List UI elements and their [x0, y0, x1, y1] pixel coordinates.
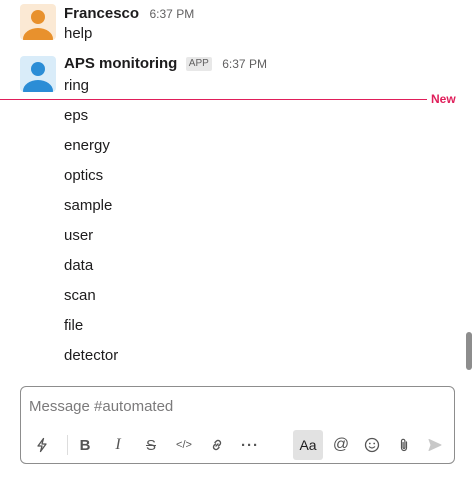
bold-button[interactable]: B — [70, 430, 100, 460]
emoji-icon — [364, 437, 380, 453]
message-text: help — [64, 25, 93, 42]
attach-button[interactable] — [389, 430, 419, 460]
message-input[interactable]: Message #automated — [29, 397, 173, 417]
channel-view: Francesco 6:37 PM help APS monitoring AP… — [0, 0, 475, 478]
link-button[interactable] — [202, 430, 232, 460]
toolbar-divider — [67, 435, 68, 455]
user-avatar-icon — [20, 56, 56, 92]
timestamp[interactable]: 6:37 PM — [150, 7, 195, 21]
strikethrough-icon: S — [145, 436, 156, 454]
continued-message: scan — [64, 287, 96, 304]
app-badge: APP — [185, 57, 212, 71]
italic-button[interactable]: I — [103, 430, 133, 460]
italic-icon: I — [115, 436, 121, 453]
message-composer[interactable]: Message #automated B I S </> ··· Aa @ — [20, 386, 455, 464]
message-text: ring — [64, 77, 90, 94]
more-formatting-button[interactable]: ··· — [235, 430, 265, 460]
continued-message: detector — [64, 347, 119, 364]
new-messages-label: New — [431, 92, 456, 106]
continued-message: data — [64, 257, 94, 274]
send-icon — [428, 439, 442, 451]
message-header: Francesco 6:37 PM — [64, 4, 194, 24]
sender-name[interactable]: APS monitoring — [64, 55, 177, 72]
new-messages-divider — [0, 99, 427, 100]
composer-toolbar: B I S </> ··· Aa @ — [25, 430, 450, 460]
formatting-toggle-button[interactable]: Aa — [293, 430, 323, 460]
link-icon — [212, 439, 222, 451]
continued-message: optics — [64, 167, 104, 184]
emoji-button[interactable] — [357, 430, 387, 460]
attach-icon — [400, 438, 408, 452]
continued-message: eps — [64, 107, 89, 124]
more-icon: ··· — [241, 436, 259, 454]
strikethrough-button[interactable]: S — [136, 430, 166, 460]
mention-button[interactable]: @ — [326, 430, 356, 460]
continued-message: file — [64, 317, 84, 334]
continued-message: energy — [64, 137, 110, 154]
avatar[interactable] — [20, 4, 56, 40]
mention-icon: @ — [332, 436, 350, 453]
code-button[interactable]: </> — [169, 430, 199, 460]
message-aps-monitoring[interactable]: APS monitoring APP 6:37 PM ring — [0, 54, 460, 94]
shortcuts-button[interactable] — [27, 430, 57, 460]
bold-icon: B — [79, 436, 91, 454]
scrollbar-thumb[interactable] — [466, 332, 472, 370]
continued-message: user — [64, 227, 94, 244]
sender-name[interactable]: Francesco — [64, 5, 139, 22]
timestamp[interactable]: 6:37 PM — [222, 57, 267, 71]
send-button[interactable] — [420, 430, 450, 460]
continued-message: sample — [64, 197, 113, 214]
user-avatar-icon — [20, 4, 56, 40]
shortcuts-icon — [37, 437, 47, 453]
message-francesco[interactable]: Francesco 6:37 PM help — [0, 4, 460, 44]
avatar[interactable] — [20, 56, 56, 92]
formatting-toggle-icon: Aa — [299, 437, 317, 453]
message-header: APS monitoring APP 6:37 PM — [64, 54, 267, 74]
code-icon: </> — [176, 439, 192, 451]
